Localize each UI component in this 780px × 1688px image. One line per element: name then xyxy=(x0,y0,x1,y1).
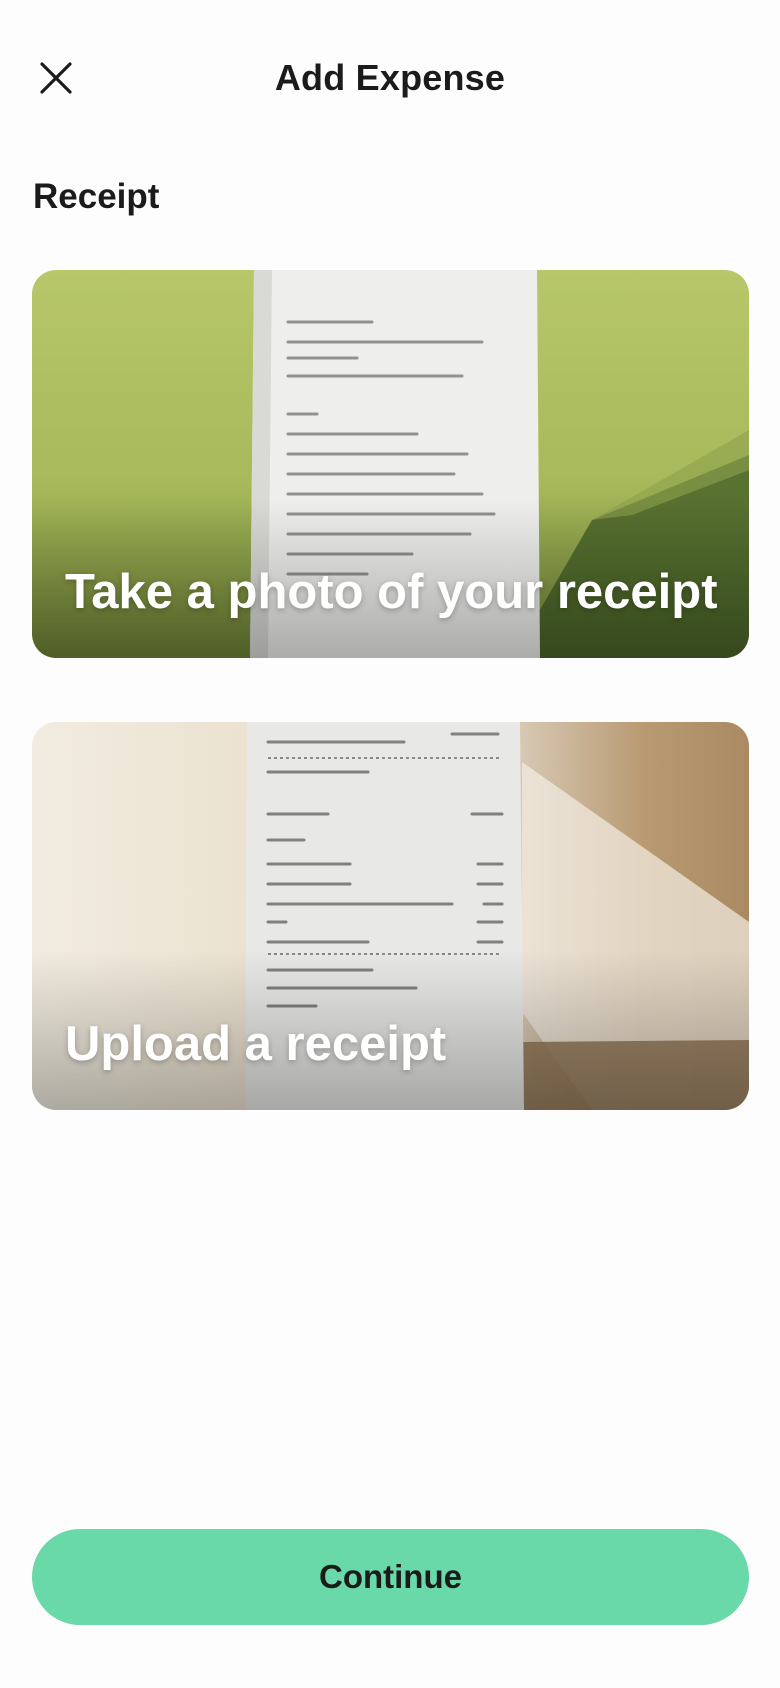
page-title: Add Expense xyxy=(274,57,506,98)
take-photo-option[interactable]: Take a photo of your receipt xyxy=(32,270,749,658)
take-photo-label: Take a photo of your receipt xyxy=(65,565,718,619)
continue-button[interactable]: Continue xyxy=(32,1529,749,1625)
upload-receipt-label: Upload a receipt xyxy=(65,1017,447,1071)
receipt-section-label: Receipt xyxy=(33,177,160,216)
upload-receipt-option[interactable]: Upload a receipt xyxy=(32,722,749,1110)
